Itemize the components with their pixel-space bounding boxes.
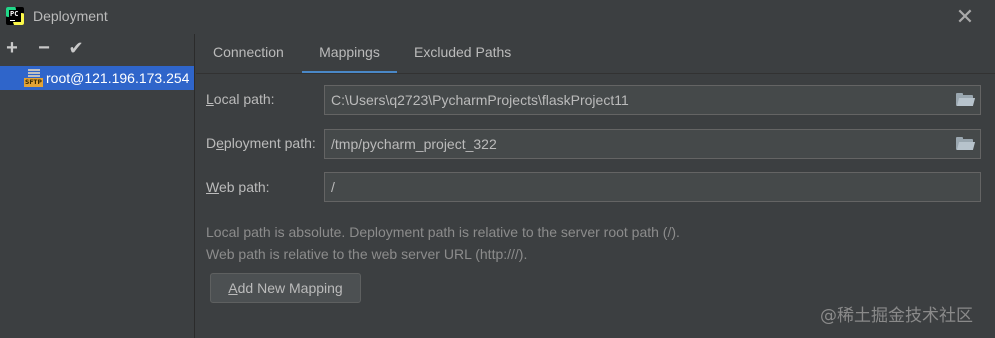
help-text-line2: Web path is relative to the web server U… bbox=[206, 246, 528, 262]
web-path-value: / bbox=[331, 179, 335, 195]
deployment-path-value: /tmp/pycharm_project_322 bbox=[331, 136, 497, 152]
close-icon[interactable]: ✕ bbox=[954, 6, 976, 28]
local-path-label: Local path: bbox=[206, 91, 275, 107]
server-list-panel: + − ✔ SFTP root@121.196.173.254 bbox=[0, 34, 195, 338]
window-title: Deployment bbox=[33, 8, 108, 24]
web-path-field[interactable]: / bbox=[324, 172, 981, 202]
settings-panel: Connection Mappings Excluded Paths Local… bbox=[196, 34, 995, 338]
deployment-path-field[interactable]: /tmp/pycharm_project_322 bbox=[324, 129, 981, 159]
server-list: SFTP root@121.196.173.254 bbox=[0, 66, 194, 338]
set-default-check-button[interactable]: ✔ bbox=[65, 36, 87, 60]
tab-mappings[interactable]: Mappings bbox=[302, 34, 397, 74]
title-bar: PC Deployment ✕ bbox=[0, 0, 995, 34]
tab-divider bbox=[196, 73, 995, 74]
browse-deployment-folder-icon[interactable] bbox=[956, 137, 976, 151]
deployment-path-label: Deployment path: bbox=[206, 135, 316, 151]
add-server-button[interactable]: + bbox=[1, 36, 23, 60]
help-text-line1: Local path is absolute. Deployment path … bbox=[206, 224, 680, 240]
tab-bar: Connection Mappings Excluded Paths bbox=[196, 34, 995, 74]
web-path-label: Web path: bbox=[206, 179, 270, 195]
tab-connection[interactable]: Connection bbox=[213, 34, 284, 74]
tab-excluded-paths[interactable]: Excluded Paths bbox=[414, 34, 511, 74]
server-label: root@121.196.173.254 bbox=[46, 70, 190, 86]
server-toolbar: + − ✔ bbox=[0, 34, 195, 62]
remove-server-button[interactable]: − bbox=[33, 36, 55, 60]
server-list-item[interactable]: SFTP root@121.196.173.254 bbox=[0, 66, 194, 90]
pycharm-app-icon: PC bbox=[6, 7, 24, 25]
watermark-text: @稀土掘金技术社区 bbox=[820, 306, 973, 326]
add-new-mapping-button[interactable]: Add New Mapping bbox=[210, 273, 361, 303]
sftp-server-icon: SFTP bbox=[24, 69, 44, 87]
local-path-value: C:\Users\q2723\PycharmProjects\flaskProj… bbox=[331, 92, 629, 108]
browse-local-folder-icon[interactable] bbox=[956, 93, 976, 107]
local-path-field[interactable]: C:\Users\q2723\PycharmProjects\flaskProj… bbox=[324, 85, 981, 115]
